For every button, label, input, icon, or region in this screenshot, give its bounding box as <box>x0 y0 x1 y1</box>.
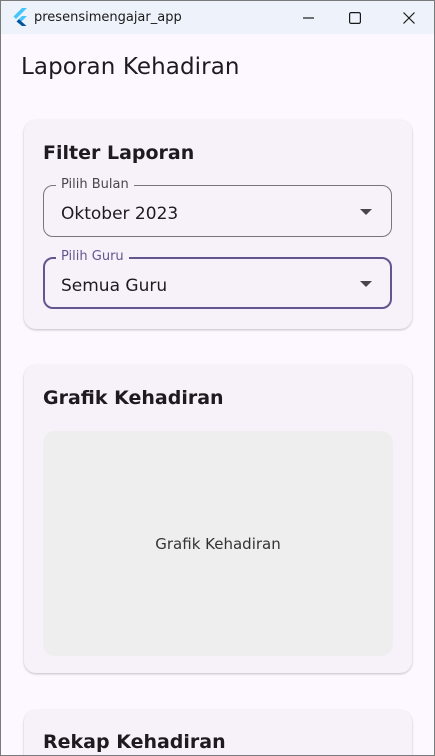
maximize-button[interactable] <box>332 1 378 34</box>
close-button[interactable] <box>386 1 432 34</box>
recap-card: Rekap Kehadiran <box>24 710 412 755</box>
app-window: presensimengajar_app Laporan Kehadiran F… <box>0 0 435 756</box>
flutter-logo-icon <box>12 8 28 26</box>
teacher-dropdown-label: Pilih Guru <box>56 249 129 265</box>
window-titlebar[interactable]: presensimengajar_app <box>1 1 434 34</box>
minimize-button[interactable] <box>286 1 332 34</box>
maximize-icon <box>349 12 361 24</box>
dropdown-arrow-icon <box>360 209 372 215</box>
month-dropdown[interactable]: Pilih Bulan Oktober 2023 <box>43 177 392 237</box>
window-title: presensimengajar_app <box>34 10 182 25</box>
close-icon <box>403 12 415 24</box>
filter-card-title: Filter Laporan <box>43 142 195 164</box>
month-dropdown-value: Oktober 2023 <box>61 204 179 224</box>
chart-card: Grafik Kehadiran Grafik Kehadiran <box>24 365 412 673</box>
dropdown-arrow-icon <box>360 281 372 287</box>
chart-placeholder-text: Grafik Kehadiran <box>155 535 281 553</box>
filter-card: Filter Laporan Pilih Bulan Oktober 2023 … <box>24 120 412 329</box>
minimize-icon <box>303 17 314 19</box>
chart-card-title: Grafik Kehadiran <box>43 387 224 409</box>
teacher-dropdown-value: Semua Guru <box>61 276 168 296</box>
chart-placeholder-area: Grafik Kehadiran <box>43 431 393 656</box>
recap-card-title: Rekap Kehadiran <box>43 731 226 753</box>
teacher-dropdown[interactable]: Pilih Guru Semua Guru <box>43 249 392 309</box>
page-title: Laporan Kehadiran <box>21 54 240 80</box>
month-dropdown-label: Pilih Bulan <box>56 177 134 193</box>
